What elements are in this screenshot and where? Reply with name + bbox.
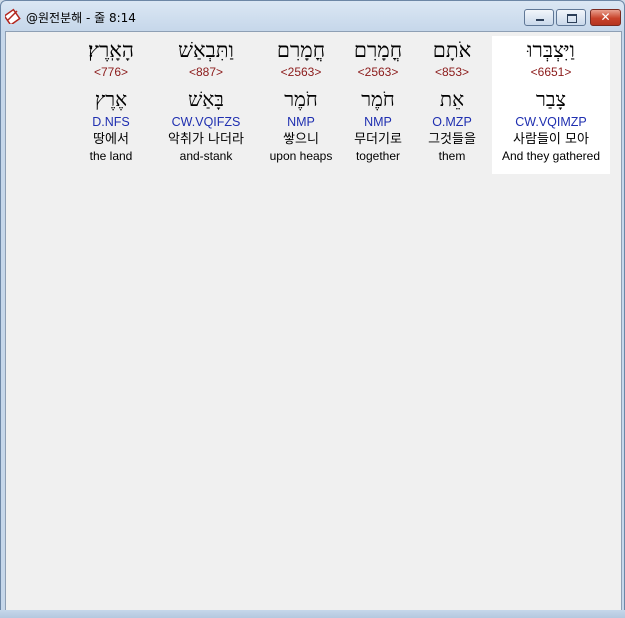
hebrew-word: הָאָֽרֶץ׃ [88, 38, 134, 62]
english-gloss: the land [89, 149, 133, 163]
word-column[interactable]: וַתִּבְאַשׁ <887> בָּאַשׁ CW.VQIFZS 악취가 … [157, 36, 255, 166]
hebrew-word: וַתִּבְאַשׁ [178, 38, 234, 62]
parsing-code: NMP [287, 115, 315, 129]
korean-gloss: 악취가 나더라 [168, 132, 244, 147]
app-window: @원전분해 - 줄 8:14 ✕ הָאָֽרֶץ׃ <776> אֶרֶץ D… [0, 0, 625, 618]
parsing-code: CW.VQIFZS [171, 115, 241, 129]
hebrew-lemma: חֹמֶר [361, 87, 395, 111]
strong-number[interactable]: <2563> [264, 64, 338, 80]
strong-number[interactable]: <6651> [492, 64, 610, 80]
parsing-code: NMP [364, 115, 392, 129]
english-gloss: upon heaps [269, 149, 333, 163]
hebrew-lemma: אֵת [439, 87, 465, 111]
english-gloss: And they gathered [501, 149, 601, 163]
window-bottom-border [0, 610, 625, 618]
parsing-code: O.MZP [432, 115, 472, 129]
hebrew-lemma: חֹמֶר [284, 87, 318, 111]
strong-number[interactable]: <2563> [344, 64, 412, 80]
english-gloss: and-stank [179, 149, 233, 163]
english-gloss: them [438, 149, 466, 163]
hebrew-word: חֳמָרִם [353, 38, 403, 62]
korean-gloss: 땅에서 [93, 132, 129, 147]
word-column[interactable]: אֹתָם <853> אֵת O.MZP 그것들을 them [418, 36, 486, 166]
maximize-button[interactable] [556, 9, 586, 26]
word-column[interactable]: חֳמָרִם <2563> חֹמֶר NMP 쌓으니 upon heaps [264, 36, 338, 166]
hebrew-word: חֳמָרִם [276, 38, 326, 62]
hebrew-lemma: צָבַר [536, 87, 566, 111]
app-icon [3, 8, 21, 26]
korean-gloss: 사람들이 모아 [513, 132, 589, 147]
english-gloss: together [355, 149, 401, 163]
hebrew-word: אֹתָם [432, 38, 472, 62]
parsing-code: D.NFS [92, 115, 130, 129]
interlinear-panel[interactable]: הָאָֽרֶץ׃ <776> אֶרֶץ D.NFS 땅에서 the land… [5, 31, 622, 611]
strong-number[interactable]: <887> [157, 64, 255, 80]
close-button[interactable]: ✕ [590, 9, 621, 26]
word-column-selected[interactable]: וַיִּצְבְּרוּ <6651> צָבַר CW.VQIMZP 사람들… [492, 36, 610, 174]
title-bar[interactable]: @원전분해 - 줄 8:14 ✕ [1, 1, 624, 31]
word-column[interactable]: הָאָֽרֶץ׃ <776> אֶרֶץ D.NFS 땅에서 the land [78, 36, 144, 166]
korean-gloss: 무더기로 [354, 132, 402, 147]
hebrew-word: וַיִּצְבְּרוּ [527, 38, 575, 62]
strong-number[interactable]: <776> [78, 64, 144, 80]
window-title: @원전분해 - 줄 8:14 [26, 11, 136, 25]
korean-gloss: 쌓으니 [283, 132, 319, 147]
strong-number[interactable]: <853> [418, 64, 486, 80]
korean-gloss: 그것들을 [428, 132, 476, 147]
hebrew-lemma: בָּאַשׁ [188, 87, 224, 111]
word-column[interactable]: חֳמָרִם <2563> חֹמֶר NMP 무더기로 together [344, 36, 412, 166]
parsing-code: CW.VQIMZP [515, 115, 587, 129]
minimize-button[interactable] [524, 9, 554, 26]
hebrew-lemma: אֶרֶץ [94, 87, 128, 111]
close-icon: ✕ [600, 10, 611, 24]
